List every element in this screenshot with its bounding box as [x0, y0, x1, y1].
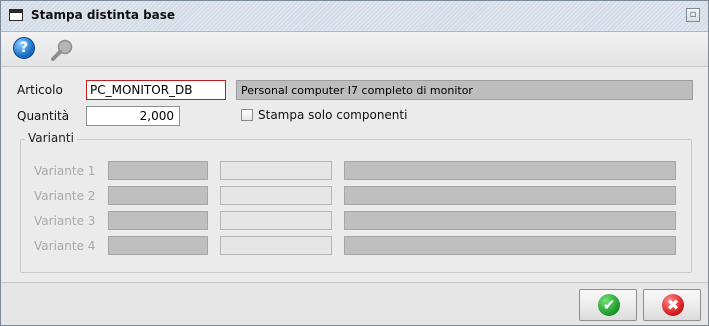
variante-1-description: [344, 161, 676, 180]
window-title: Stampa distinta base: [31, 8, 176, 22]
cancel-button[interactable]: ✖: [643, 289, 701, 321]
stampa-solo-componenti-checkbox[interactable]: [241, 109, 253, 121]
stampa-solo-componenti-label: Stampa solo componenti: [258, 108, 408, 122]
articolo-input[interactable]: PC_MONITOR_DB: [86, 80, 226, 100]
toolbar: ?: [1, 32, 708, 67]
quantita-label: Quantità: [17, 109, 70, 123]
variante-2-code: [108, 186, 208, 205]
variante-4-value: [220, 236, 332, 255]
bottom-button-bar: ✔ ✖: [1, 282, 708, 325]
articolo-description: Personal computer I7 completo di monitor: [236, 80, 693, 100]
variante-4-code: [108, 236, 208, 255]
variante-4-label: Variante 4: [34, 239, 96, 253]
variante-3-description: [344, 211, 676, 230]
ok-button[interactable]: ✔: [579, 289, 637, 321]
variante-3-label: Variante 3: [34, 214, 96, 228]
articolo-label: Articolo: [17, 83, 63, 97]
variante-3-code: [108, 211, 208, 230]
x-icon: ✖: [662, 294, 684, 316]
check-icon: ✔: [598, 294, 620, 316]
variante-1-value: [220, 161, 332, 180]
variante-2-description: [344, 186, 676, 205]
variante-1-label: Variante 1: [34, 164, 96, 178]
help-icon[interactable]: ?: [13, 37, 35, 59]
title-bar[interactable]: Stampa distinta base ▫: [1, 1, 708, 32]
variante-2-label: Variante 2: [34, 189, 96, 203]
window-icon: [9, 9, 23, 21]
search-icon[interactable]: [49, 37, 75, 63]
varianti-legend: Varianti: [25, 131, 77, 145]
variante-1-code: [108, 161, 208, 180]
quantita-input[interactable]: 2,000: [86, 106, 180, 126]
window-close-icon[interactable]: ▫: [686, 8, 700, 22]
variante-3-value: [220, 211, 332, 230]
variante-4-description: [344, 236, 676, 255]
dialog-window: Stampa distinta base ▫ ? Articolo PC_MON…: [0, 0, 709, 326]
form-area: Articolo PC_MONITOR_DB Personal computer…: [1, 67, 708, 281]
variante-2-value: [220, 186, 332, 205]
